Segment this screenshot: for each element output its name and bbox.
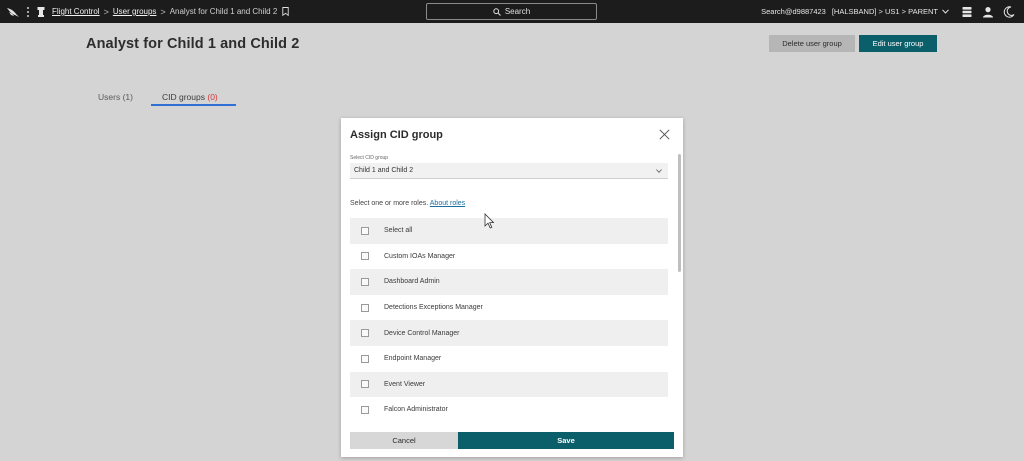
falcon-logo[interactable]: [6, 6, 20, 18]
roles-prompt-text: Select one or more roles.: [350, 200, 429, 207]
search-icon: [493, 7, 501, 16]
top-bar-right: Search@d9887423 [HALSBAND] > US1 > PAREN…: [761, 0, 1024, 23]
role-checkbox[interactable]: [361, 405, 369, 414]
page-title: Analyst for Child 1 and Child 2: [86, 36, 300, 52]
breadcrumb-user-groups[interactable]: User groups: [113, 7, 157, 16]
assign-cid-group-dialog: Assign CID group Select CID group Child …: [341, 118, 683, 457]
breadcrumb: Flight Control > User groups > Analyst f…: [0, 0, 289, 23]
roles-prompt: Select one or more roles. About roles: [350, 200, 465, 207]
close-icon[interactable]: [659, 129, 670, 140]
role-row-select-all[interactable]: Select all: [350, 218, 668, 244]
kebab-menu-icon[interactable]: [26, 6, 29, 17]
tab-users-count: (1): [122, 92, 133, 102]
breadcrumb-separator: >: [160, 6, 166, 17]
breadcrumb-current: Analyst for Child 1 and Child 2: [169, 7, 278, 16]
breadcrumb-separator: >: [103, 6, 109, 17]
cid-group-select[interactable]: Child 1 and Child 2: [350, 163, 668, 179]
search-button[interactable]: Search: [426, 3, 597, 20]
about-roles-link[interactable]: About roles: [430, 200, 465, 207]
role-checkbox[interactable]: [361, 329, 369, 338]
cid-selector[interactable]: [HALSBAND] > US1 > PARENT: [832, 7, 938, 16]
notifications-icon[interactable]: [961, 6, 973, 18]
active-tab-indicator: [151, 104, 236, 106]
save-button[interactable]: Save: [458, 432, 674, 449]
role-row[interactable]: Device Control Manager: [350, 320, 668, 346]
cancel-button[interactable]: Cancel: [350, 432, 458, 449]
user-icon[interactable]: [982, 6, 994, 18]
role-label: Endpoint Manager: [384, 355, 442, 363]
role-checkbox[interactable]: [361, 354, 369, 363]
search-label: Search: [504, 7, 531, 16]
dialog-title: Assign CID group: [350, 129, 443, 141]
tab-cid-groups-count: (0): [207, 92, 218, 102]
tab-users-label: Users: [98, 92, 121, 102]
role-row[interactable]: Endpoint Manager: [350, 345, 668, 372]
tab-cid-groups-label: CID groups: [162, 92, 205, 102]
chevron-down-icon[interactable]: [942, 9, 949, 14]
role-label: Dashboard Admin: [384, 278, 440, 286]
mouse-cursor-icon: [484, 213, 494, 229]
select-all-checkbox[interactable]: [361, 226, 369, 235]
role-checkbox[interactable]: [361, 380, 369, 389]
account-name[interactable]: Search@d9887423: [761, 7, 826, 16]
top-bar: Flight Control > User groups > Analyst f…: [0, 0, 1024, 23]
role-row[interactable]: Detections Exceptions Manager: [350, 294, 668, 321]
role-row[interactable]: Custom IOAs Manager: [350, 243, 668, 270]
role-label: Detections Exceptions Manager: [384, 304, 483, 312]
breadcrumb-flight-control[interactable]: Flight Control: [52, 7, 100, 16]
role-label: Event Viewer: [384, 380, 426, 388]
tab-users[interactable]: Users (1): [98, 92, 133, 102]
role-checkbox[interactable]: [361, 277, 369, 286]
role-list: Select all Custom IOAs Manager Dashboard…: [350, 218, 668, 423]
cid-group-select-value: Child 1 and Child 2: [354, 167, 414, 174]
role-row[interactable]: Falcon Administrator: [350, 397, 668, 423]
chess-icon: [37, 7, 45, 17]
role-label: Select all: [384, 227, 413, 235]
role-label: Custom IOAs Manager: [384, 252, 456, 260]
role-row[interactable]: Dashboard Admin: [350, 269, 668, 295]
role-label: Device Control Manager: [384, 329, 460, 337]
delete-user-group-button[interactable]: Delete user group: [769, 35, 855, 52]
role-checkbox[interactable]: [361, 303, 369, 312]
select-cid-group-label: Select CID group: [350, 155, 389, 161]
role-label: Falcon Administrator: [384, 406, 448, 414]
edit-user-group-button[interactable]: Edit user group: [859, 35, 937, 52]
moon-icon[interactable]: [1003, 5, 1015, 18]
role-checkbox[interactable]: [361, 252, 369, 261]
bookmark-icon[interactable]: [282, 7, 289, 16]
chevron-down-icon: [656, 169, 662, 173]
scrollbar-thumb[interactable]: [678, 154, 681, 272]
tab-cid-groups[interactable]: CID groups (0): [162, 92, 218, 102]
role-row[interactable]: Event Viewer: [350, 371, 668, 398]
